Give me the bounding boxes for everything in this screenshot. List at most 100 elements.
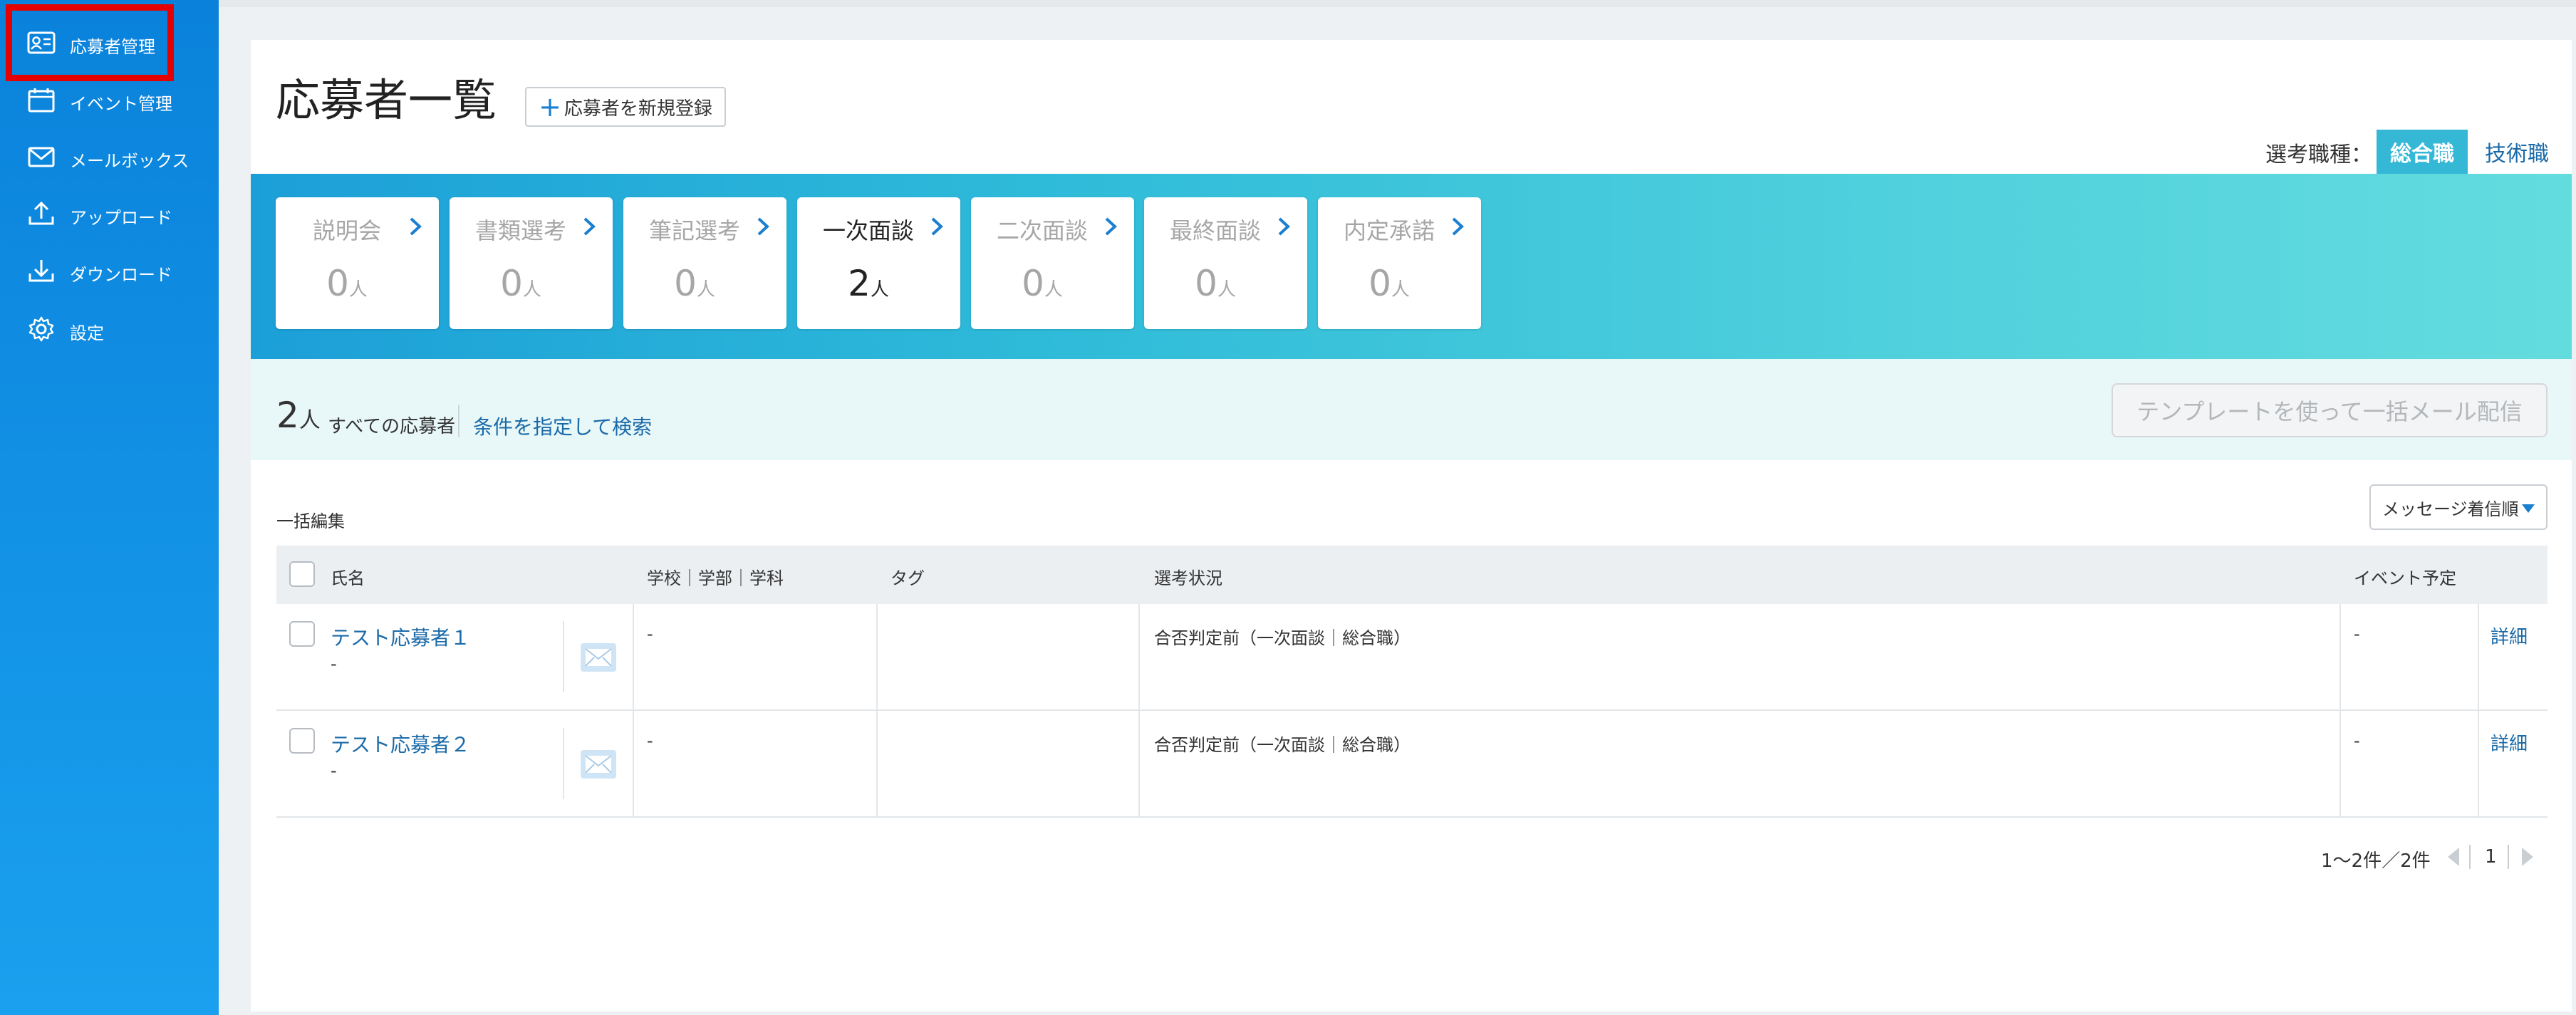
sidebar-item-label: イベント管理: [70, 94, 172, 114]
status-cell: 合否判定前（一次面談｜総合職）: [1154, 628, 1411, 648]
row-checkbox[interactable]: [289, 728, 315, 754]
stage-card-document[interactable]: 書類選考 0人: [450, 197, 613, 329]
job-tab-general[interactable]: 総合職: [2377, 130, 2468, 174]
row-divider: [276, 709, 2548, 711]
status-cell: 合否判定前（一次面談｜総合職）: [1154, 735, 1411, 755]
stage-count: 0人: [1318, 263, 1460, 304]
applicant-name-link[interactable]: テスト応募者２: [331, 729, 470, 758]
sidebar-item-label: 設定: [70, 323, 104, 343]
stage-count-unit: 人: [348, 279, 368, 301]
select-all-checkbox[interactable]: [289, 561, 315, 587]
stage-card-written[interactable]: 筆記選考 0人: [623, 197, 786, 329]
page-title: 応募者一覧: [276, 74, 497, 126]
school-cell: -: [647, 731, 653, 751]
prev-page-icon[interactable]: [2448, 848, 2459, 866]
chevron-right-icon: [1105, 217, 1117, 236]
sidebar-item-download[interactable]: ダウンロード: [0, 244, 219, 296]
stage-card-briefing[interactable]: 説明会 0人: [276, 197, 439, 329]
upload-icon: [27, 201, 56, 227]
mail-icon[interactable]: [580, 642, 617, 672]
column-divider: [563, 728, 564, 799]
next-page-icon[interactable]: [2522, 848, 2533, 866]
applicant-sub: -: [331, 761, 337, 781]
sort-dropdown[interactable]: メッセージ着信順: [2369, 484, 2548, 530]
pager-range: 1〜2件／2件: [2321, 850, 2431, 872]
bulk-mail-button[interactable]: テンプレートを使って一括メール配信: [2112, 383, 2548, 437]
add-applicant-label: 応募者を新規登録: [564, 98, 712, 120]
highlight-box: [6, 4, 174, 81]
stage-card-second-interview[interactable]: 二次面談 0人: [971, 197, 1134, 329]
stage-card-first-interview[interactable]: 一次面談 2人: [797, 197, 960, 329]
column-header-school: 学校｜学部｜学科: [647, 568, 784, 588]
plus-icon: +: [539, 91, 561, 123]
stage-card-offer-accepted[interactable]: 内定承諾 0人: [1318, 197, 1481, 329]
stage-name: 最終面談: [1169, 217, 1261, 244]
stage-name: 内定承諾: [1343, 217, 1435, 244]
event-cell: -: [2354, 624, 2360, 644]
chevron-right-icon: [410, 217, 422, 236]
sidebar-item-label: メールボックス: [70, 151, 189, 171]
stage-count-unit: 人: [1391, 279, 1410, 301]
row-divider: [276, 816, 2548, 818]
stage-count-value: 0: [1022, 263, 1044, 304]
detail-link[interactable]: 詳細: [2491, 729, 2528, 756]
gear-icon: [27, 316, 56, 342]
sidebar-item-settings[interactable]: 設定: [0, 302, 219, 355]
detail-link[interactable]: 詳細: [2491, 623, 2528, 649]
applicant-name-link[interactable]: テスト応募者１: [331, 623, 470, 651]
top-strip: [219, 0, 2576, 7]
add-applicant-button[interactable]: + 応募者を新規登録: [525, 87, 726, 127]
sidebar-item-label: アップロード: [70, 208, 172, 228]
stage-count-unit: 人: [1044, 279, 1063, 301]
caret-down-icon: [2522, 504, 2535, 513]
search-conditions-link[interactable]: 条件を指定して検索: [473, 412, 652, 440]
sidebar-item-mailbox[interactable]: メールボックス: [0, 130, 219, 182]
stage-count-value: 0: [500, 263, 523, 304]
column-header-tag: タグ: [890, 568, 925, 588]
stage-count-unit: 人: [1217, 279, 1236, 301]
calendar-icon: [27, 87, 56, 113]
mail-icon[interactable]: [580, 749, 617, 779]
stage-count-value: 0: [1195, 263, 1217, 304]
total-count-unit: 人: [298, 408, 321, 433]
table-header: [276, 546, 2548, 604]
stage-card-final-interview[interactable]: 最終面談 0人: [1144, 197, 1307, 329]
sidebar: 応募者管理 イベント管理 メールボックス アップロード ダウンロード 設定: [0, 0, 219, 1015]
column-header-status: 選考状況: [1154, 568, 1222, 588]
total-label: すべての応募者: [328, 416, 456, 437]
stage-name: 説明会: [312, 217, 381, 244]
total-count: 2人: [276, 395, 321, 436]
stage-count: 2人: [797, 263, 940, 304]
row-checkbox[interactable]: [289, 621, 315, 647]
stage-name: 一次面談: [822, 217, 914, 244]
column-header-name: 氏名: [331, 568, 365, 588]
divider: [458, 405, 459, 437]
stage-name: 二次面談: [996, 217, 1088, 244]
chevron-right-icon: [1278, 217, 1290, 236]
stage-count-value: 0: [326, 263, 349, 304]
pager-divider: [2508, 845, 2509, 869]
pager-divider: [2469, 845, 2471, 869]
stage-count-unit: 人: [522, 279, 541, 301]
chevron-right-icon: [1452, 217, 1464, 236]
page-number[interactable]: 1: [2485, 846, 2497, 868]
stage-count-value: 2: [848, 263, 871, 304]
chevron-right-icon: [931, 217, 943, 236]
event-cell: -: [2354, 731, 2360, 751]
sort-dropdown-value: メッセージ着信順: [2382, 499, 2519, 519]
column-header-event: イベント予定: [2354, 568, 2456, 588]
chevron-right-icon: [757, 217, 769, 236]
stage-count: 0人: [276, 263, 418, 304]
stage-name: 筆記選考: [648, 217, 740, 244]
job-tab-technical[interactable]: 技術職: [2469, 130, 2565, 174]
stage-count-value: 0: [674, 263, 697, 304]
sidebar-item-upload[interactable]: アップロード: [0, 187, 219, 239]
job-type-label: 選考職種：: [2265, 142, 2372, 167]
stage-count: 0人: [623, 263, 766, 304]
stage-count: 0人: [1144, 263, 1287, 304]
bulk-edit-link[interactable]: 一括編集: [276, 507, 345, 532]
stage-count: 0人: [971, 263, 1113, 304]
column-divider: [563, 621, 564, 692]
stage-count: 0人: [450, 263, 592, 304]
stage-count-unit: 人: [870, 279, 889, 301]
